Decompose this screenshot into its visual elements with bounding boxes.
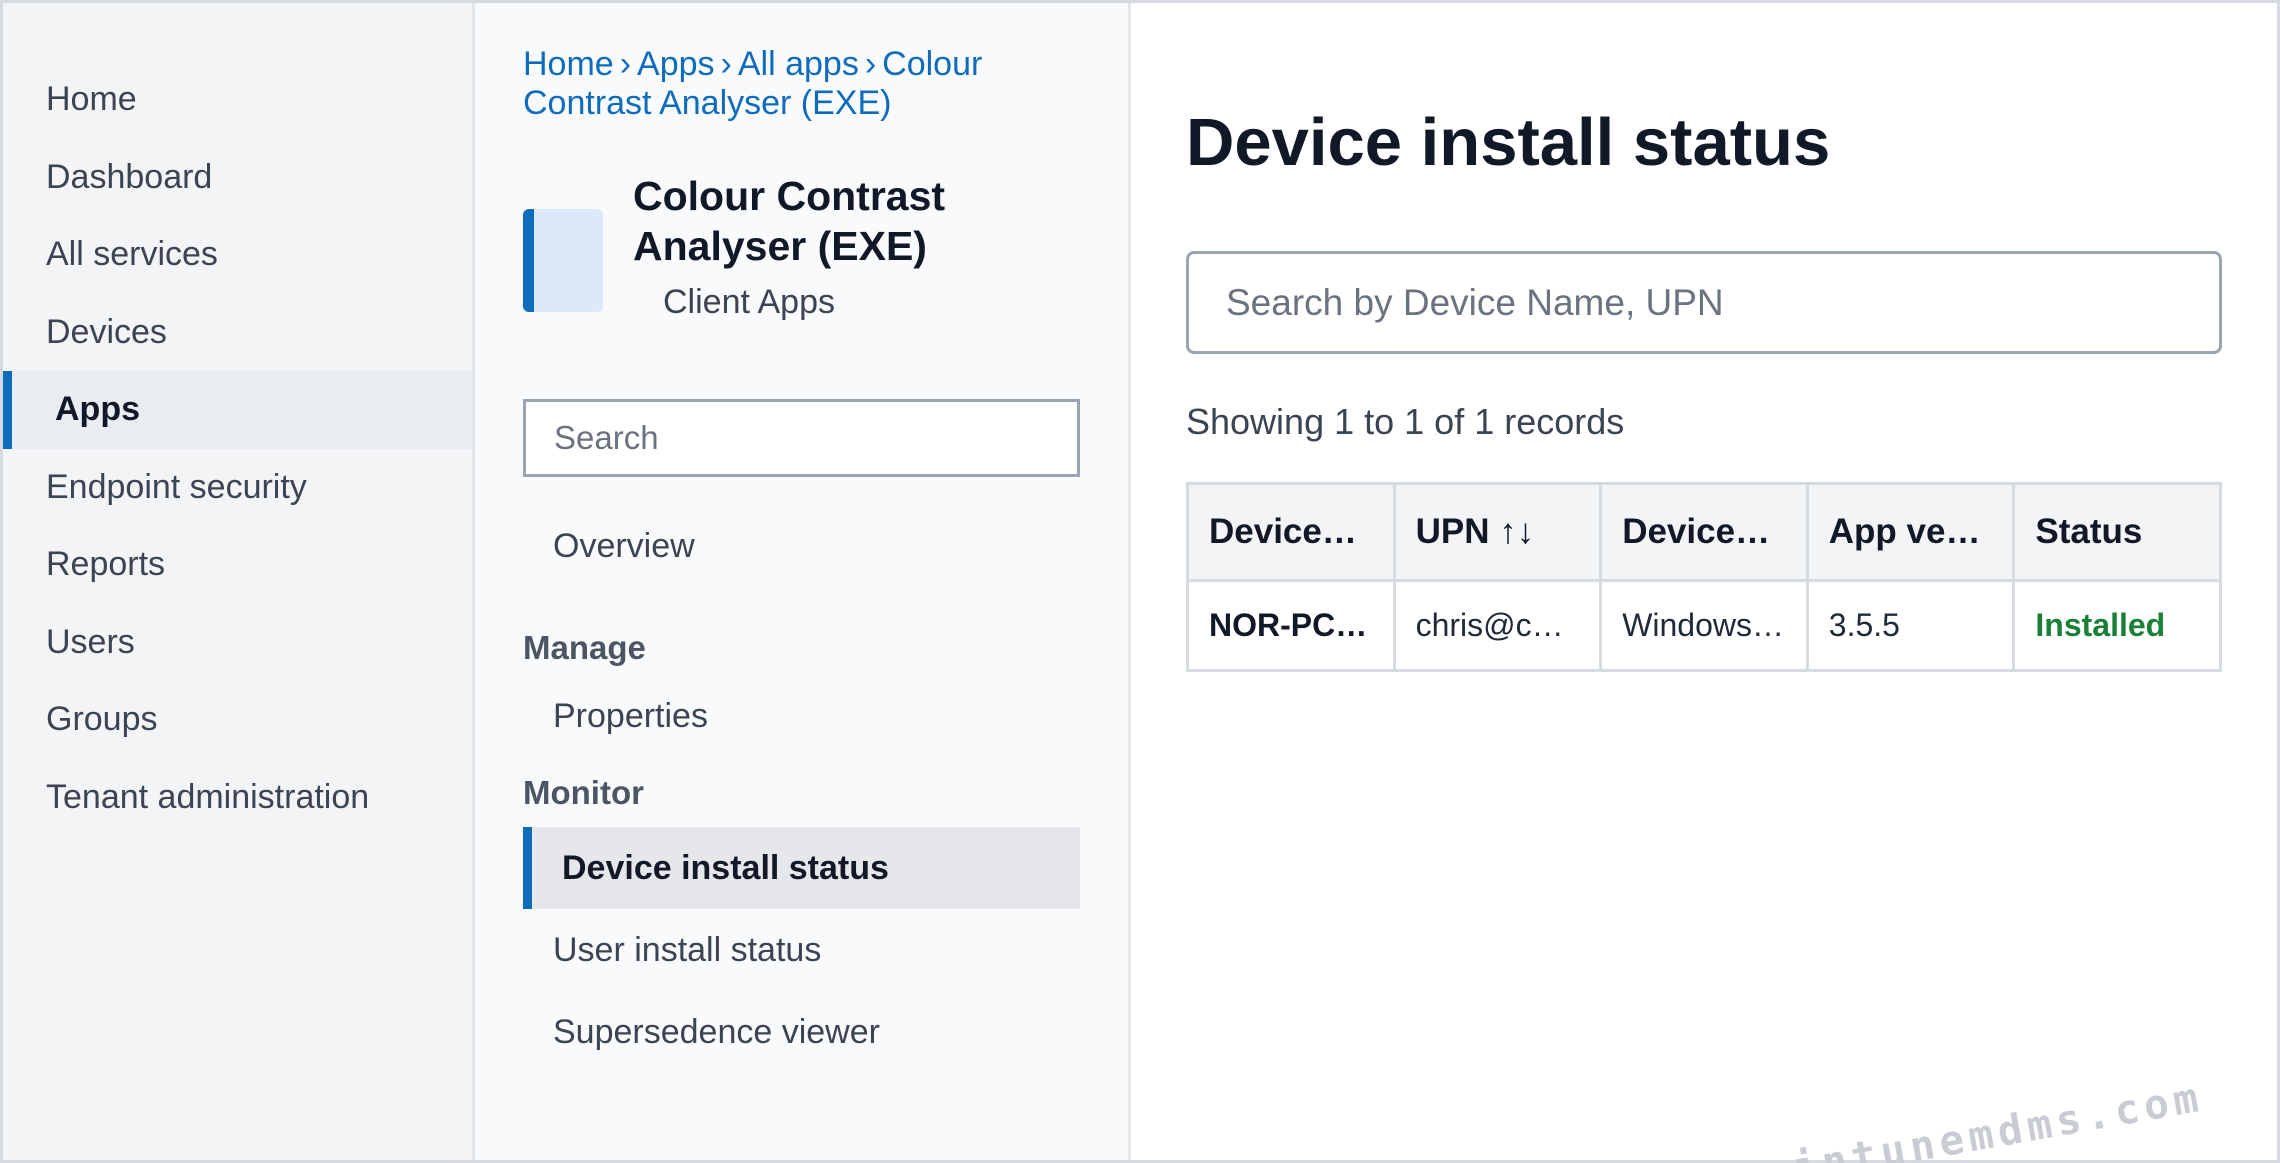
cell-device-os: Windows… <box>1599 579 1809 672</box>
app-window: Home Dashboard All services Devices Apps… <box>0 0 2280 1163</box>
main-content: Device install status Showing 1 to 1 of … <box>1131 3 2277 1163</box>
table-header-row: Device… UPN ↑↓ Device… App ve… Status <box>1186 482 2222 582</box>
nav-item-reports[interactable]: Reports <box>3 526 472 604</box>
records-count: Showing 1 to 1 of 1 records <box>1186 401 1625 442</box>
watermark: intunemdms.com <box>1789 1072 2207 1163</box>
column-header-app-version[interactable]: App ve… <box>1805 482 2016 582</box>
app-subtitle: Client Apps <box>663 283 835 321</box>
table-row[interactable]: NOR-PC… chris@c… Windows… 3.5.5 Installe… <box>1186 579 2222 672</box>
blade-search-input[interactable] <box>523 399 1080 477</box>
breadcrumb-home[interactable]: Home <box>523 45 614 83</box>
section-manage: Manage <box>523 629 646 666</box>
cell-upn: chris@c… <box>1392 579 1603 672</box>
menu-item-device-install-status[interactable]: Device install status <box>523 827 1080 909</box>
nav-item-all-services[interactable]: All services <box>3 216 472 294</box>
menu-item-properties[interactable]: Properties <box>523 667 1080 765</box>
breadcrumb-separator: › <box>619 45 632 83</box>
breadcrumb-apps[interactable]: Apps <box>637 45 715 83</box>
app-icon <box>523 209 603 312</box>
column-header-status[interactable]: Status <box>2012 482 2222 582</box>
cell-device-name[interactable]: NOR-PC… <box>1186 579 1396 672</box>
breadcrumb: Home › Apps › All apps › Colour Contrast Analy… <box>523 45 1063 123</box>
nav-item-dashboard[interactable]: Dashboard <box>3 139 472 217</box>
app-blade: Home › Apps › All apps › Colour Contrast Analy… <box>475 3 1131 1160</box>
left-navigation: Home Dashboard All services Devices Apps… <box>3 3 475 1160</box>
nav-item-devices[interactable]: Devices <box>3 294 472 372</box>
breadcrumb-separator: › <box>864 45 877 83</box>
column-header-upn[interactable]: UPN ↑↓ <box>1392 482 1603 582</box>
cell-status: Installed <box>2012 579 2222 672</box>
menu-item-user-install-status[interactable]: User install status <box>523 909 1080 991</box>
nav-item-apps[interactable]: Apps <box>3 371 472 449</box>
device-search-input[interactable] <box>1186 251 2222 354</box>
app-title: Colour Contrast Analyser (EXE) <box>633 173 946 269</box>
column-header-device-os[interactable]: Device… <box>1599 482 1809 582</box>
device-status-table: Device… UPN ↑↓ Device… App ve… Status NO… <box>1186 482 2222 672</box>
breadcrumb-separator: › <box>720 45 732 83</box>
cell-app-version: 3.5.5 <box>1805 579 2016 672</box>
column-header-device-name[interactable]: Device… <box>1186 482 1396 582</box>
app-header: Colour Contrast Analyser (EXE) Client Ap… <box>523 171 1080 322</box>
nav-item-users[interactable]: Users <box>3 604 472 682</box>
section-monitor: Monitor <box>523 774 644 811</box>
nav-item-groups[interactable]: Groups <box>3 681 472 759</box>
page-title: Device install status <box>1186 105 1831 180</box>
nav-item-home[interactable]: Home <box>3 61 472 139</box>
breadcrumb-all-apps[interactable]: All apps <box>738 45 859 83</box>
nav-item-endpoint-security[interactable]: Endpoint security <box>3 449 472 527</box>
menu-item-overview[interactable]: Overview <box>523 505 1080 587</box>
nav-item-tenant-administration[interactable]: Tenant administration <box>3 759 472 837</box>
menu-item-supersedence-viewer[interactable]: Supersedence viewer <box>523 991 1080 1073</box>
